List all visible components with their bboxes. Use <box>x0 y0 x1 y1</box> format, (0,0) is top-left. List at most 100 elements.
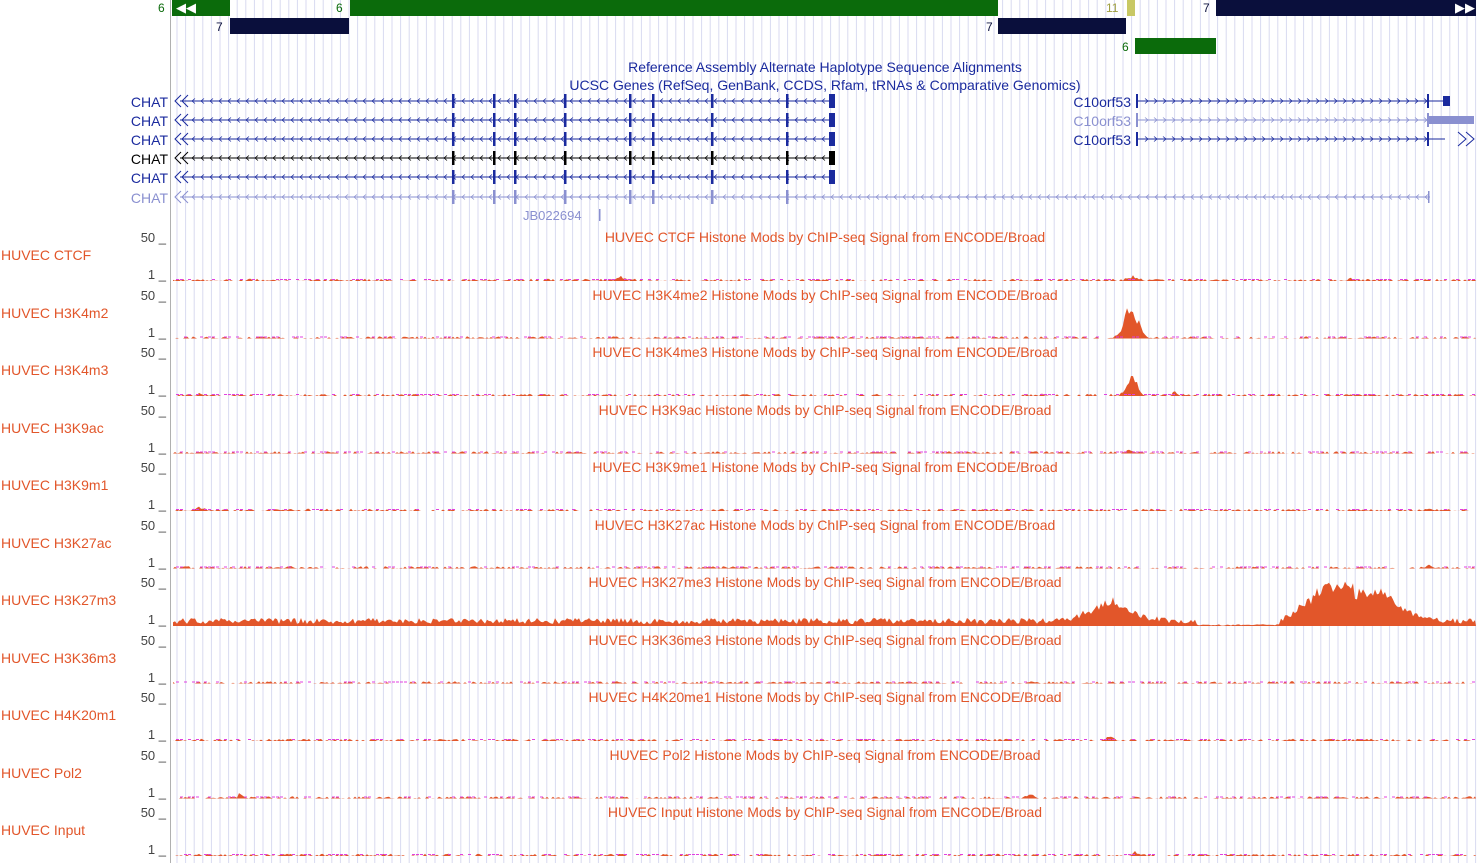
signal-track-side-label[interactable]: HUVEC H3K4m3 <box>1 362 108 378</box>
signal-track-title[interactable]: HUVEC H3K27me3 Histone Mods by ChIP-seq … <box>588 574 1061 590</box>
signal-dash <box>272 336 275 338</box>
signal-dash <box>208 566 211 568</box>
signal-dash <box>1004 681 1007 683</box>
signal-dash <box>576 796 579 798</box>
signal-track-side-label[interactable]: HUVEC H3K9ac <box>1 420 104 436</box>
signal-track-side-label[interactable]: HUVEC H3K27ac <box>1 535 112 551</box>
signal-dash <box>532 451 535 453</box>
signal-dash <box>992 336 995 338</box>
signal-dash <box>344 681 347 683</box>
signal-track-title[interactable]: HUVEC H3K27ac Histone Mods by ChIP-seq S… <box>595 517 1056 533</box>
signal-dash <box>1204 394 1207 395</box>
signal-dash <box>608 796 611 798</box>
signal-dash <box>452 394 455 395</box>
signal-dash <box>1436 681 1439 683</box>
signal-track-title[interactable]: HUVEC CTCF Histone Mods by ChIP-seq Sign… <box>605 229 1045 245</box>
signal-dash <box>252 279 255 280</box>
signal-dash <box>320 451 323 453</box>
signal-dash <box>576 854 579 855</box>
signal-dash <box>480 451 483 453</box>
signal-dash <box>352 681 355 683</box>
signal-dash <box>280 854 283 855</box>
signal-dash <box>1104 739 1107 740</box>
signal-dash <box>916 739 919 740</box>
signal-track-side-label[interactable]: HUVEC H3K4m2 <box>1 305 108 321</box>
exon-block <box>711 170 714 184</box>
signal-track-title[interactable]: HUVEC H4K20me1 Histone Mods by ChIP-seq … <box>588 689 1061 705</box>
signal-area <box>173 793 1476 799</box>
signal-dash <box>1308 566 1311 568</box>
signal-dash <box>184 854 187 855</box>
signal-dash <box>344 451 347 453</box>
signal-area <box>173 308 1476 339</box>
signal-dash <box>1132 336 1135 338</box>
genome-tracks[interactable] <box>0 0 1478 863</box>
signal-dash <box>936 336 939 338</box>
signal-dash <box>692 509 695 510</box>
signal-dash <box>1244 279 1247 280</box>
signal-dash <box>928 566 931 568</box>
signal-dash <box>1052 394 1055 395</box>
signal-dash <box>296 279 299 280</box>
signal-track-title[interactable]: HUVEC H3K9ac Histone Mods by ChIP-seq Si… <box>599 402 1052 418</box>
signal-dash <box>708 566 711 568</box>
signal-dash <box>1396 451 1399 453</box>
signal-dash <box>308 854 311 855</box>
signal-dash <box>512 566 515 568</box>
signal-dash <box>332 854 335 855</box>
signal-dash <box>1052 854 1055 855</box>
signal-dash <box>216 681 219 683</box>
signal-dash <box>676 796 679 798</box>
signal-dash <box>700 681 703 683</box>
signal-dash <box>1232 796 1235 798</box>
signal-dash <box>1092 796 1095 798</box>
signal-dash <box>624 279 627 280</box>
signal-dash <box>868 854 871 855</box>
chevron-right-double-icon <box>1457 131 1475 147</box>
signal-track-side-label[interactable]: HUVEC H3K9m1 <box>1 477 108 493</box>
signal-dash <box>208 796 211 798</box>
signal-dash <box>812 854 815 855</box>
signal-track-title[interactable]: HUVEC Pol2 Histone Mods by ChIP-seq Sign… <box>609 747 1040 763</box>
signal-track-title[interactable]: HUVEC H3K36me3 Histone Mods by ChIP-seq … <box>588 632 1061 648</box>
signal-dash <box>428 854 431 855</box>
signal-track-side-label[interactable]: HUVEC H4K20m1 <box>1 707 116 723</box>
signal-dash <box>1456 739 1459 740</box>
signal-track-side-label[interactable]: HUVEC H3K27m3 <box>1 592 116 608</box>
signal-dash <box>1364 336 1367 338</box>
signal-dash <box>684 451 687 453</box>
signal-dash <box>1376 279 1379 280</box>
signal-dash <box>1096 854 1099 855</box>
signal-dash <box>432 394 435 395</box>
signal-dash <box>176 739 179 740</box>
signal-dash <box>1108 279 1111 280</box>
signal-dash <box>216 566 219 568</box>
signal-dash <box>1012 394 1015 395</box>
signal-dash <box>224 509 227 510</box>
signal-dash <box>224 394 227 395</box>
signal-dash <box>312 509 315 510</box>
signal-dash <box>1196 509 1199 510</box>
signal-dash <box>760 854 763 855</box>
signal-dash <box>1364 681 1367 683</box>
signal-dash <box>1072 681 1075 683</box>
signal-track-side-label[interactable]: HUVEC Pol2 <box>1 765 82 781</box>
signal-dash <box>1392 451 1395 453</box>
signal-dash <box>984 509 987 510</box>
signal-track-side-label[interactable]: HUVEC H3K36m3 <box>1 650 116 666</box>
signal-dash <box>760 509 763 510</box>
signal-track-title[interactable]: HUVEC Input Histone Mods by ChIP-seq Sig… <box>608 804 1042 820</box>
signal-track-title[interactable]: HUVEC H3K9me1 Histone Mods by ChIP-seq S… <box>592 459 1057 475</box>
signal-track-side-label[interactable]: HUVEC Input <box>1 822 85 838</box>
signal-dash <box>800 796 803 798</box>
signal-dash <box>916 854 919 855</box>
signal-dash <box>956 279 959 280</box>
signal-track-title[interactable]: HUVEC H3K4me2 Histone Mods by ChIP-seq S… <box>592 287 1057 303</box>
signal-dash <box>792 451 795 453</box>
signal-track-title[interactable]: HUVEC H3K4me3 Histone Mods by ChIP-seq S… <box>592 344 1057 360</box>
signal-track-side-label[interactable]: HUVEC CTCF <box>1 247 91 263</box>
exon-block <box>629 151 632 165</box>
signal-dash <box>512 796 515 798</box>
signal-dash <box>356 394 359 395</box>
signal-dash <box>960 854 963 855</box>
